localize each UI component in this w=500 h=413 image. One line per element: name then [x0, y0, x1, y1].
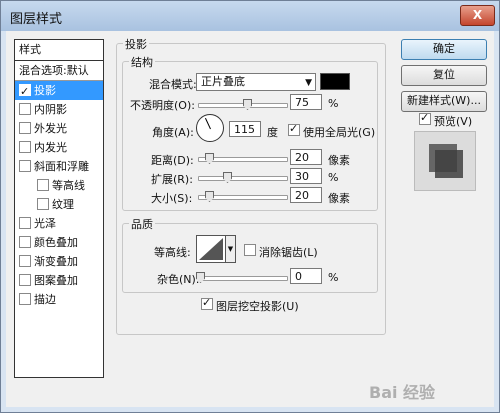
style-item-pattern-overlay[interactable]: 图案叠加 [15, 271, 103, 290]
size-slider[interactable] [198, 191, 288, 202]
shadow-color-swatch[interactable] [320, 73, 350, 90]
angle-dial[interactable] [196, 114, 224, 142]
drop-shadow-checkbox[interactable] [19, 82, 31, 101]
style-item-label: 光泽 [34, 217, 56, 230]
style-item-contour[interactable]: 等高线 [15, 176, 103, 195]
ok-button[interactable]: 确定 [401, 39, 487, 60]
angle-unit: 度 [267, 126, 278, 139]
style-item-label: 图案叠加 [34, 274, 78, 287]
inner-shadow-checkbox[interactable] [19, 103, 31, 115]
texture-checkbox[interactable] [37, 198, 49, 210]
outer-glow-checkbox[interactable] [19, 122, 31, 134]
style-item-label: 描边 [34, 293, 56, 306]
distance-input[interactable]: 20 [290, 149, 322, 165]
gradient-overlay-checkbox[interactable] [19, 255, 31, 267]
preview-checkbox[interactable] [419, 111, 431, 125]
style-item-label: 渐变叠加 [34, 255, 78, 268]
spread-unit: % [328, 171, 339, 184]
bevel-emboss-checkbox[interactable] [19, 160, 31, 172]
size-label: 大小(S): [151, 192, 193, 205]
size-unit: 像素 [328, 192, 350, 205]
blend-mode-label: 混合模式: [149, 78, 197, 91]
pattern-overlay-checkbox[interactable] [19, 274, 31, 286]
angle-needle [204, 117, 211, 130]
opacity-slider[interactable] [198, 99, 288, 110]
dialog-title: 图层样式 [10, 12, 63, 27]
title-bar[interactable]: 图层样式 X [1, 1, 499, 31]
noise-slider[interactable] [196, 272, 288, 283]
anti-alias-checkbox[interactable] [244, 244, 256, 256]
style-item-label: 颜色叠加 [34, 236, 78, 249]
style-item-drop-shadow[interactable]: 投影 [15, 81, 103, 101]
angle-label: 角度(A): [152, 126, 194, 139]
watermark-logo: Bai 经验 [369, 383, 436, 402]
anti-alias-label[interactable]: 消除锯齿(L) [259, 244, 318, 260]
opacity-unit: % [328, 97, 339, 110]
noise-label: 杂色(N): [157, 273, 200, 286]
style-item-label: 斜面和浮雕 [34, 160, 89, 173]
stroke-checkbox[interactable] [19, 293, 31, 305]
contour-checkbox[interactable] [37, 179, 49, 191]
styles-list: 样式 混合选项:默认 投影 内阴影 外发光 内发光 斜面和浮雕 等高线 纹理 光… [14, 39, 104, 378]
color-overlay-checkbox[interactable] [19, 236, 31, 248]
contour-curve-icon [199, 238, 223, 260]
knockout-checkbox[interactable] [201, 296, 213, 310]
style-item-gradient-overlay[interactable]: 渐变叠加 [15, 252, 103, 271]
noise-input[interactable]: 0 [290, 268, 322, 284]
styles-header: 样式 [15, 40, 103, 61]
style-item-inner-shadow[interactable]: 内阴影 [15, 100, 103, 119]
global-light-checkbox[interactable] [288, 122, 300, 136]
distance-slider[interactable] [198, 153, 288, 164]
spread-slider[interactable] [198, 172, 288, 183]
style-preview [414, 131, 476, 191]
size-input[interactable]: 20 [290, 187, 322, 203]
noise-unit: % [328, 271, 339, 284]
layer-style-dialog: 图层样式 X 样式 混合选项:默认 投影 内阴影 外发光 内发光 斜面和浮雕 等… [0, 0, 500, 413]
drop-shadow-title: 投影 [123, 36, 149, 52]
style-item-label: 投影 [34, 84, 56, 97]
style-item-stroke[interactable]: 描边 [15, 290, 103, 309]
distance-label: 距离(D): [151, 154, 194, 167]
style-item-texture[interactable]: 纹理 [15, 195, 103, 214]
style-item-label: 等高线 [52, 179, 85, 192]
style-item-label: 内阴影 [34, 103, 67, 116]
blend-mode-value: 正片叠底 [201, 75, 245, 88]
style-item-label: 内发光 [34, 141, 67, 154]
close-button[interactable]: X [460, 5, 495, 26]
contour-dropdown-button[interactable]: ▼ [225, 235, 236, 263]
chevron-down-icon: ▼ [227, 245, 234, 253]
quality-title: 品质 [129, 216, 155, 232]
opacity-label: 不透明度(O): [130, 99, 195, 112]
style-item-inner-glow[interactable]: 内发光 [15, 138, 103, 157]
preview-label[interactable]: 预览(V) [434, 113, 472, 129]
style-item-color-overlay[interactable]: 颜色叠加 [15, 233, 103, 252]
chevron-down-icon: ▼ [305, 78, 312, 88]
opacity-input[interactable]: 75 [290, 94, 322, 110]
style-item-label: 外发光 [34, 122, 67, 135]
contour-label: 等高线: [154, 246, 191, 259]
close-icon: X [472, 8, 483, 22]
global-light-label[interactable]: 使用全局光(G) [303, 124, 375, 140]
reset-button[interactable]: 复位 [401, 65, 487, 86]
preview-shape [435, 150, 463, 178]
blend-options-item[interactable]: 混合选项:默认 [15, 61, 103, 81]
distance-unit: 像素 [328, 154, 350, 167]
knockout-label[interactable]: 图层挖空投影(U) [216, 298, 299, 314]
structure-title: 结构 [129, 54, 155, 70]
blend-mode-select[interactable]: 正片叠底 ▼ [196, 73, 316, 91]
spread-label: 扩展(R): [151, 173, 193, 186]
style-item-satin[interactable]: 光泽 [15, 214, 103, 233]
style-item-outer-glow[interactable]: 外发光 [15, 119, 103, 138]
dialog-content: 样式 混合选项:默认 投影 内阴影 外发光 内发光 斜面和浮雕 等高线 纹理 光… [6, 31, 494, 407]
style-item-label: 纹理 [52, 198, 74, 211]
spread-input[interactable]: 30 [290, 168, 322, 184]
inner-glow-checkbox[interactable] [19, 141, 31, 153]
satin-checkbox[interactable] [19, 217, 31, 229]
angle-input[interactable]: 115 [229, 121, 261, 137]
new-style-button[interactable]: 新建样式(W)... [401, 91, 487, 112]
style-item-bevel-emboss[interactable]: 斜面和浮雕 [15, 157, 103, 176]
contour-picker[interactable] [196, 235, 226, 263]
